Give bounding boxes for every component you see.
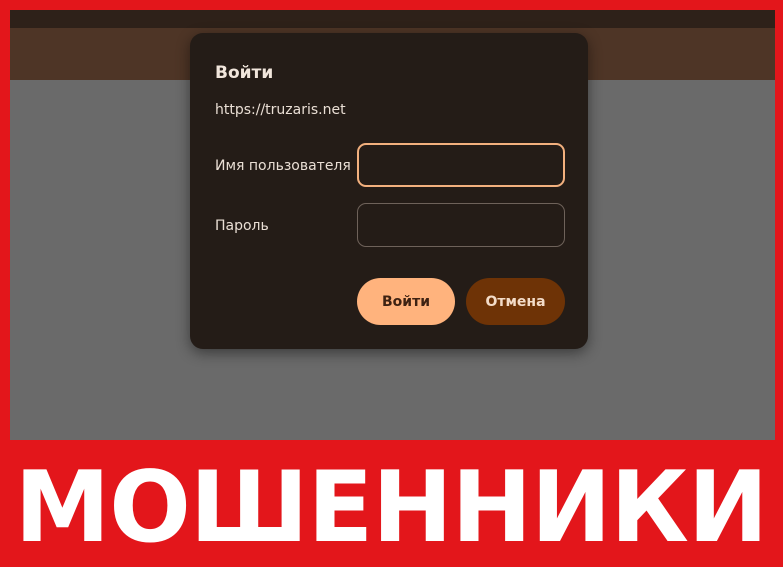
dialog-title: Войти bbox=[215, 63, 274, 83]
browser-titlebar bbox=[10, 10, 775, 28]
browser-screenshot: Войти https://truzaris.net Имя пользоват… bbox=[10, 10, 775, 440]
cancel-button[interactable]: Отмена bbox=[466, 278, 565, 325]
dialog-site-url: https://truzaris.net bbox=[215, 102, 346, 118]
banner-text: МОШЕННИКИ bbox=[15, 450, 769, 565]
scam-warning-banner: МОШЕННИКИ bbox=[0, 440, 783, 567]
password-input[interactable] bbox=[357, 203, 565, 247]
username-input[interactable] bbox=[357, 143, 565, 187]
login-dialog: Войти https://truzaris.net Имя пользоват… bbox=[190, 33, 588, 349]
username-label: Имя пользователя bbox=[215, 158, 351, 174]
login-button[interactable]: Войти bbox=[357, 278, 455, 325]
warning-frame: Войти https://truzaris.net Имя пользоват… bbox=[0, 0, 783, 567]
password-label: Пароль bbox=[215, 218, 269, 234]
